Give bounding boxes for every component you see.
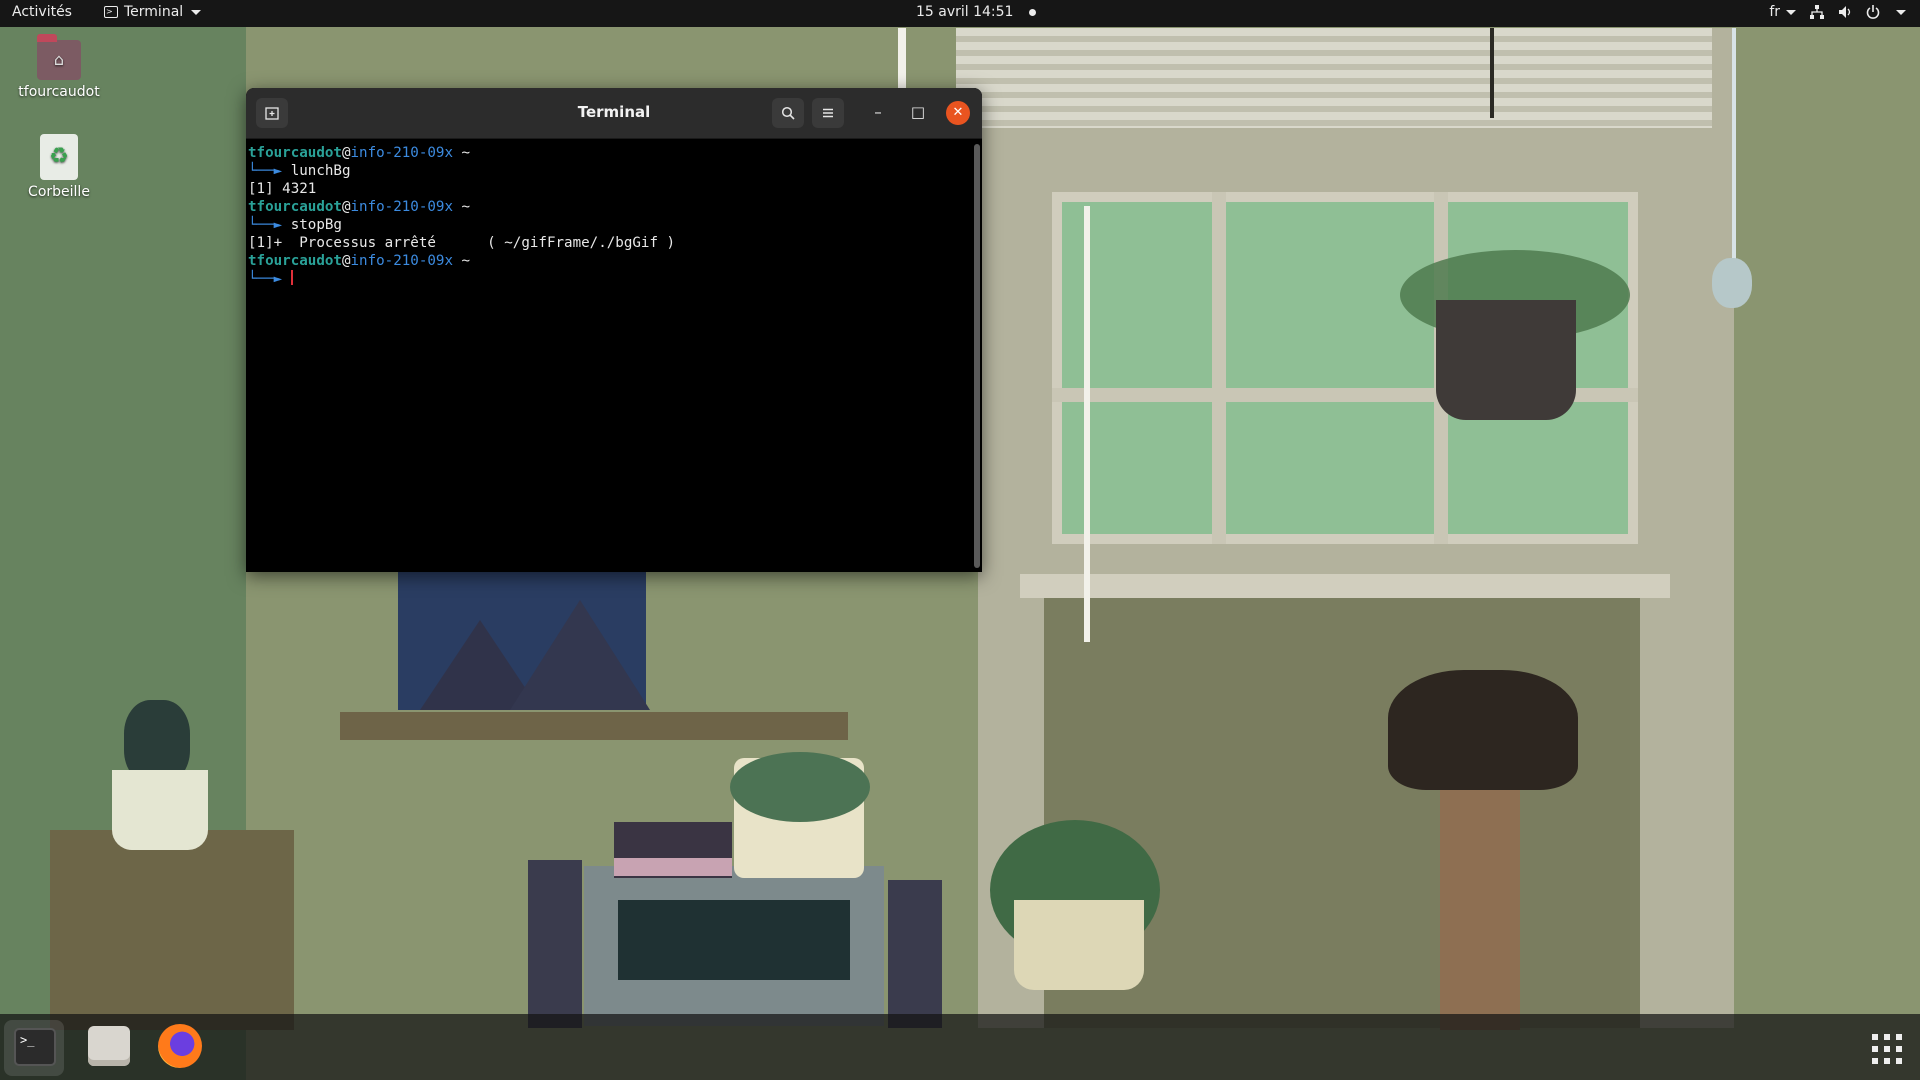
close-button[interactable]: ✕ <box>946 101 970 125</box>
command-text: stopBg <box>290 217 342 233</box>
prompt-user: tfourcaudot <box>248 145 342 161</box>
prompt-user: tfourcaudot <box>248 253 342 269</box>
app-menu-label: Terminal <box>124 4 184 20</box>
terminal-icon: >_ <box>14 1028 56 1066</box>
firefox-icon <box>158 1024 202 1068</box>
app-menu[interactable]: > Terminal <box>104 4 202 20</box>
wallpaper-window-sill <box>1020 574 1670 598</box>
minimize-button[interactable]: – <box>866 101 890 125</box>
command-text: lunchBg <box>290 163 351 179</box>
desktop-icon-trash[interactable]: ♻ Corbeille <box>4 134 114 200</box>
system-tray: fr <box>1769 4 1906 20</box>
wallpaper-blind-cord <box>898 28 906 90</box>
hamburger-menu-icon <box>823 108 833 118</box>
prompt-line: tfourcaudot@info-210-09x ~ <box>248 198 972 216</box>
wallpaper-pot <box>1014 900 1144 990</box>
maximize-icon: □ <box>910 103 926 121</box>
prompt-line: tfourcaudot@info-210-09x ~ <box>248 252 972 270</box>
wallpaper-hanging-pot <box>1436 300 1576 420</box>
command-line: └──► <box>248 270 972 288</box>
prompt-path: ~ <box>453 145 471 161</box>
output-line: [1]+ Processus arrêté ( ~/gifFrame/./bgG… <box>248 235 676 251</box>
close-icon: ✕ <box>952 105 964 120</box>
wallpaper-dresser-panel <box>618 900 850 980</box>
terminal-header-bar[interactable]: Terminal – □ ✕ <box>246 88 982 139</box>
clock-label: 15 avril 14:51 <box>916 4 1014 20</box>
prompt-at: @ <box>341 253 351 269</box>
wallpaper-crate <box>50 830 294 1030</box>
top-bar: Activités > Terminal 15 avril 14:51 fr <box>0 0 1920 27</box>
language-label: fr <box>1769 4 1780 20</box>
prompt-path: ~ <box>453 253 471 269</box>
prompt-host: info-210-09x <box>350 253 454 269</box>
prompt-at: @ <box>341 199 351 215</box>
terminal-scrollbar[interactable] <box>974 144 980 568</box>
volume-icon[interactable] <box>1838 5 1852 19</box>
dock-item-firefox[interactable] <box>148 1020 208 1076</box>
prompt-host: info-210-09x <box>350 199 454 215</box>
command-line: └──► stopBg <box>248 216 972 234</box>
maximize-button[interactable]: □ <box>906 101 930 125</box>
search-icon <box>781 106 795 120</box>
menu-button[interactable] <box>812 98 844 128</box>
prompt-arrow: └──► <box>248 217 291 233</box>
wallpaper-pane-divider <box>1212 192 1226 544</box>
files-icon <box>88 1026 130 1066</box>
prompt-user: tfourcaudot <box>248 199 342 215</box>
network-icon[interactable] <box>1810 5 1824 19</box>
search-button[interactable] <box>772 98 804 128</box>
prompt-path: ~ <box>453 199 471 215</box>
wallpaper-painting-mountain <box>510 600 650 710</box>
terminal-icon: > <box>104 6 118 18</box>
show-applications-icon[interactable] <box>1872 1034 1902 1064</box>
notification-dot-icon <box>1029 8 1037 16</box>
home-folder-icon: ⌂ <box>37 34 81 80</box>
trash-icon: ♻ <box>40 134 78 180</box>
wallpaper-books <box>888 880 942 1028</box>
wallpaper-cat <box>1388 670 1578 790</box>
prompt-arrow: └──► <box>248 163 291 179</box>
wallpaper-ornament-string <box>1732 28 1736 268</box>
wallpaper-shelf <box>340 712 848 740</box>
wallpaper-plant-hanger <box>1490 28 1494 118</box>
output-line: [1] 4321 <box>248 181 317 197</box>
command-line: └──► lunchBg <box>248 162 972 180</box>
terminal-window[interactable]: Terminal – □ ✕ tfourcaudot@info-210-09x … <box>246 88 982 572</box>
text-cursor <box>290 270 293 285</box>
dock: >_ <box>0 1014 1920 1080</box>
language-selector[interactable]: fr <box>1769 4 1796 20</box>
wallpaper-pot <box>112 770 208 850</box>
prompt-at: @ <box>341 145 351 161</box>
prompt-host: info-210-09x <box>350 145 454 161</box>
wallpaper-blind <box>956 28 1712 128</box>
prompt-arrow: └──► <box>248 271 291 287</box>
chevron-down-icon <box>191 9 202 15</box>
wallpaper-box-lid <box>614 858 732 876</box>
minimize-icon: – <box>874 103 882 121</box>
wallpaper-books <box>528 860 582 1028</box>
chevron-down-icon <box>1786 9 1796 15</box>
chevron-down-icon[interactable] <box>1896 9 1906 15</box>
wallpaper-plant <box>730 752 870 822</box>
wallpaper-blind-cord <box>1084 206 1090 642</box>
dock-item-files[interactable] <box>76 1020 136 1076</box>
wallpaper-ornament <box>1712 258 1752 308</box>
clock-button[interactable]: 15 avril 14:51 <box>916 4 1037 20</box>
prompt-line: tfourcaudot@info-210-09x ~ <box>248 144 972 162</box>
desktop-icon-label: Corbeille <box>28 184 90 200</box>
activities-button[interactable]: Activités <box>12 4 72 20</box>
power-icon[interactable] <box>1866 5 1880 19</box>
dock-item-terminal[interactable]: >_ <box>4 1020 64 1076</box>
desktop-icon-home[interactable]: ⌂ tfourcaudot <box>4 34 114 100</box>
desktop-icon-label: tfourcaudot <box>18 84 100 100</box>
terminal-output[interactable]: tfourcaudot@info-210-09x ~ └──► lunchBg [1… <box>248 140 972 572</box>
wallpaper-cat-tree <box>1440 770 1520 1030</box>
